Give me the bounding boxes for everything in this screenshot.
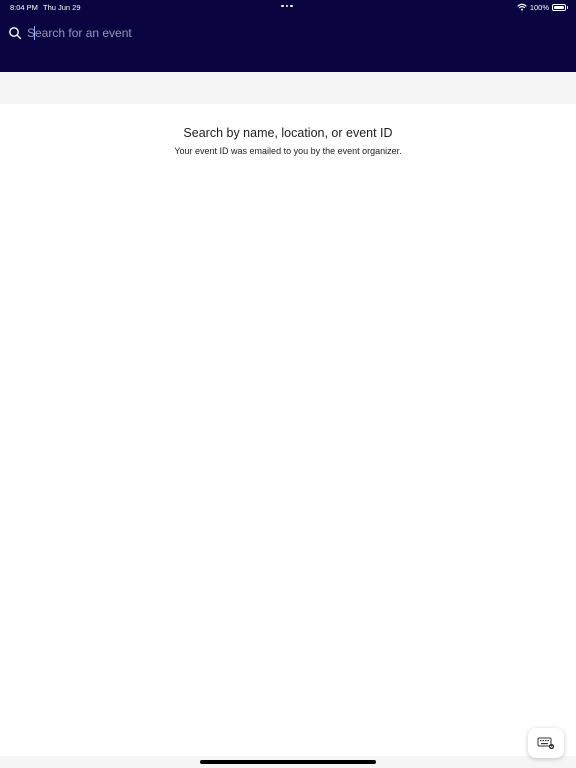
battery-percentage: 100% [529, 2, 549, 12]
empty-state-title: Search by name, location, or event ID [183, 126, 393, 140]
multitasking-dots-icon[interactable] [281, 3, 295, 9]
status-right-group: 100% [517, 2, 568, 12]
search-bar[interactable] [8, 24, 568, 42]
empty-state-subtitle: Your event ID was emailed to you by the … [174, 146, 402, 156]
search-icon [9, 27, 22, 40]
wifi-icon [517, 3, 527, 11]
text-cursor [34, 26, 35, 40]
keyboard-button[interactable] [528, 728, 564, 758]
status-time: 8:04 PM [10, 3, 38, 12]
search-input[interactable] [27, 24, 568, 42]
filter-band [0, 72, 576, 104]
empty-state: Search by name, location, or event ID Yo… [0, 126, 576, 156]
battery-icon [552, 3, 568, 11]
keyboard-icon [537, 737, 555, 750]
status-bar: 8:04 PM Thu Jun 29 100% [0, 0, 576, 14]
top-header: 8:04 PM Thu Jun 29 100% [0, 0, 576, 72]
status-date: Thu Jun 29 [43, 3, 81, 12]
home-indicator[interactable] [200, 760, 376, 764]
